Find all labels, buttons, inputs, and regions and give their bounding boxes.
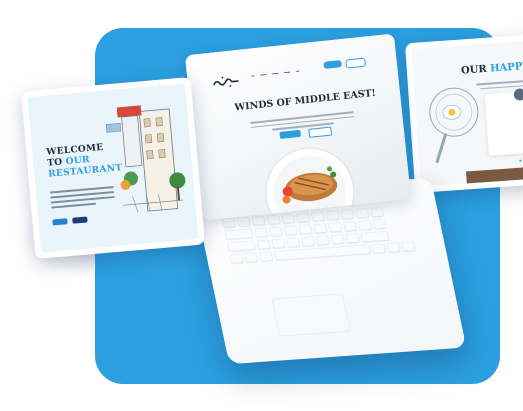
hero-stage: OUR HAPPY CU <box>0 0 523 411</box>
nav-item[interactable]: ▬ <box>296 69 299 73</box>
frying-pan-icon <box>429 87 479 163</box>
nav-item[interactable]: ▬▬ <box>260 72 266 77</box>
testimonials-heading-prefix: OUR <box>460 63 488 77</box>
food-photo-strip <box>466 164 523 186</box>
welcome-screen: WELCOME TO OUR RESTAURANT <box>27 83 199 253</box>
testimonials-tablet-card: OUR HAPPY CU <box>404 32 523 194</box>
welcome-tablet-card: WELCOME TO OUR RESTAURANT <box>21 76 205 260</box>
welcome-buttons <box>52 216 88 226</box>
nav-item[interactable]: ▬ <box>251 73 254 77</box>
welcome-secondary-button[interactable] <box>72 216 88 224</box>
testimonials-heading-accent: HAPPY CU <box>489 59 523 75</box>
laptop-trackpad <box>271 293 351 337</box>
carousel-dots[interactable] <box>519 159 523 162</box>
welcome-line-2-prefix: TO <box>46 157 63 169</box>
welcome-primary-button[interactable] <box>52 218 68 226</box>
testimonials-heading: OUR HAPPY CU <box>461 59 523 76</box>
welcome-heading: WELCOME TO OUR RESTAURANT <box>46 141 123 180</box>
carousel-dot[interactable] <box>519 159 522 162</box>
testimonials-screen: OUR HAPPY CU <box>411 39 523 187</box>
laptop-screen: ▬ ▬▬ ▬▬ ▬▬ ▬ WINDS OF MIDDLE EAST! <box>184 33 412 221</box>
nav-item[interactable]: ▬▬ <box>284 70 290 75</box>
hero-primary-button[interactable] <box>279 129 302 139</box>
nav-item[interactable]: ▬▬ <box>272 71 278 76</box>
